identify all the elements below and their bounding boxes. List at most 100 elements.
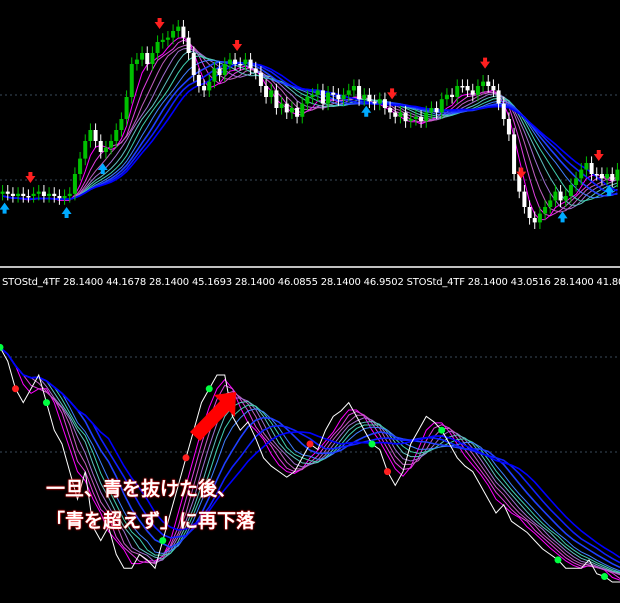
- candle-body: [103, 147, 108, 152]
- candle-body: [274, 90, 279, 108]
- candle-body: [362, 94, 367, 100]
- candle-body: [413, 116, 418, 119]
- candle-body: [264, 86, 269, 97]
- arrow-up-icon: [61, 207, 72, 218]
- candle-body: [10, 193, 15, 196]
- candle-body: [52, 193, 57, 196]
- candle-body: [610, 174, 615, 181]
- candle-body: [134, 59, 139, 64]
- candle-body: [574, 178, 579, 185]
- candle-body: [470, 90, 475, 95]
- price-chart[interactable]: [0, 0, 620, 270]
- annotation-line2: 「青を超えず」に再下落: [46, 510, 256, 532]
- candle-body: [98, 141, 103, 152]
- candle-body: [295, 108, 300, 117]
- green-signal-dot: [43, 399, 50, 407]
- candle-body: [563, 196, 568, 201]
- arrow-down-icon: [154, 18, 165, 29]
- indicator-label: STOStd_4TF 28.1400 44.1678 28.1400 45.16…: [2, 277, 620, 288]
- green-signal-dot: [205, 385, 213, 393]
- candle-body: [331, 92, 336, 95]
- green-signal-dot: [368, 440, 376, 448]
- green-signal-dot: [159, 537, 167, 545]
- candle-body: [47, 193, 52, 196]
- candle-body: [5, 191, 10, 194]
- candle-body: [512, 134, 517, 174]
- candle-body: [145, 53, 150, 64]
- candle-body: [377, 99, 382, 104]
- candle-body: [26, 196, 31, 198]
- candle-body: [506, 119, 511, 135]
- candle-body: [434, 108, 439, 113]
- candle-body: [155, 42, 160, 53]
- candle-body: [486, 81, 491, 86]
- candle-body: [227, 59, 232, 64]
- stochastic-chart[interactable]: [0, 292, 620, 603]
- candle-body: [527, 207, 532, 218]
- red-signal-dot: [306, 440, 314, 448]
- chart-window: STOStd_4TF 28.1400 44.1678 28.1400 45.16…: [0, 0, 620, 603]
- candle-body: [207, 81, 212, 91]
- candle-body: [481, 81, 486, 86]
- stoch-ribbon-line: [0, 347, 620, 572]
- arrow-down-icon: [25, 172, 36, 183]
- candle-body: [16, 193, 21, 196]
- candle-body: [176, 26, 181, 31]
- candle-body: [501, 103, 506, 119]
- green-signal-dot: [438, 426, 446, 434]
- arrow-up-icon: [0, 202, 10, 214]
- green-signal-dot: [601, 572, 608, 580]
- candle-body: [310, 94, 315, 97]
- candle-body: [568, 185, 573, 196]
- candle-body: [558, 191, 563, 201]
- candle-body: [491, 86, 496, 91]
- candle-body: [300, 103, 305, 117]
- candle-body: [455, 86, 460, 97]
- candle-body: [140, 53, 145, 60]
- candle-body: [196, 75, 201, 86]
- red-signal-dot: [182, 454, 190, 462]
- candle-body: [475, 86, 480, 95]
- arrow-down-icon: [232, 40, 243, 51]
- candle-body: [129, 64, 134, 97]
- arrow-up-icon: [557, 211, 568, 223]
- candle-body: [372, 101, 377, 104]
- green-signal-dot: [554, 556, 562, 564]
- candle-body: [88, 130, 93, 141]
- ribbon-ma-line: [2, 59, 618, 200]
- candle-body: [238, 64, 243, 66]
- candle-body: [346, 90, 351, 95]
- candle-body: [315, 90, 320, 95]
- candle-body: [615, 169, 620, 181]
- candle-body: [21, 193, 26, 196]
- candle-body: [450, 94, 455, 97]
- candle-body: [212, 68, 217, 82]
- candle-body: [78, 158, 83, 174]
- candle-body: [62, 196, 67, 199]
- candle-body: [279, 103, 284, 108]
- candle-body: [191, 53, 196, 75]
- candle-body: [460, 86, 465, 88]
- candle-body: [403, 112, 408, 122]
- candle-body: [150, 53, 155, 64]
- candle-body: [398, 112, 403, 117]
- candle-body: [305, 97, 310, 104]
- candle-body: [217, 68, 222, 75]
- candle-body: [419, 116, 424, 122]
- candle-body: [222, 64, 227, 75]
- candle-body: [393, 112, 398, 117]
- candle-body: [233, 59, 238, 64]
- candle-body: [248, 59, 253, 69]
- candle-body: [243, 59, 248, 64]
- candle-body: [114, 130, 119, 141]
- candle-body: [181, 26, 186, 38]
- candle-body: [109, 141, 114, 148]
- candle-body: [202, 86, 207, 91]
- candle-body: [72, 174, 77, 194]
- stoch-ribbon-line: [0, 347, 620, 576]
- candle-body: [320, 90, 325, 104]
- candle-body: [367, 94, 372, 102]
- candle-body: [124, 97, 129, 119]
- candle-body: [599, 174, 604, 179]
- candle-body: [326, 92, 331, 104]
